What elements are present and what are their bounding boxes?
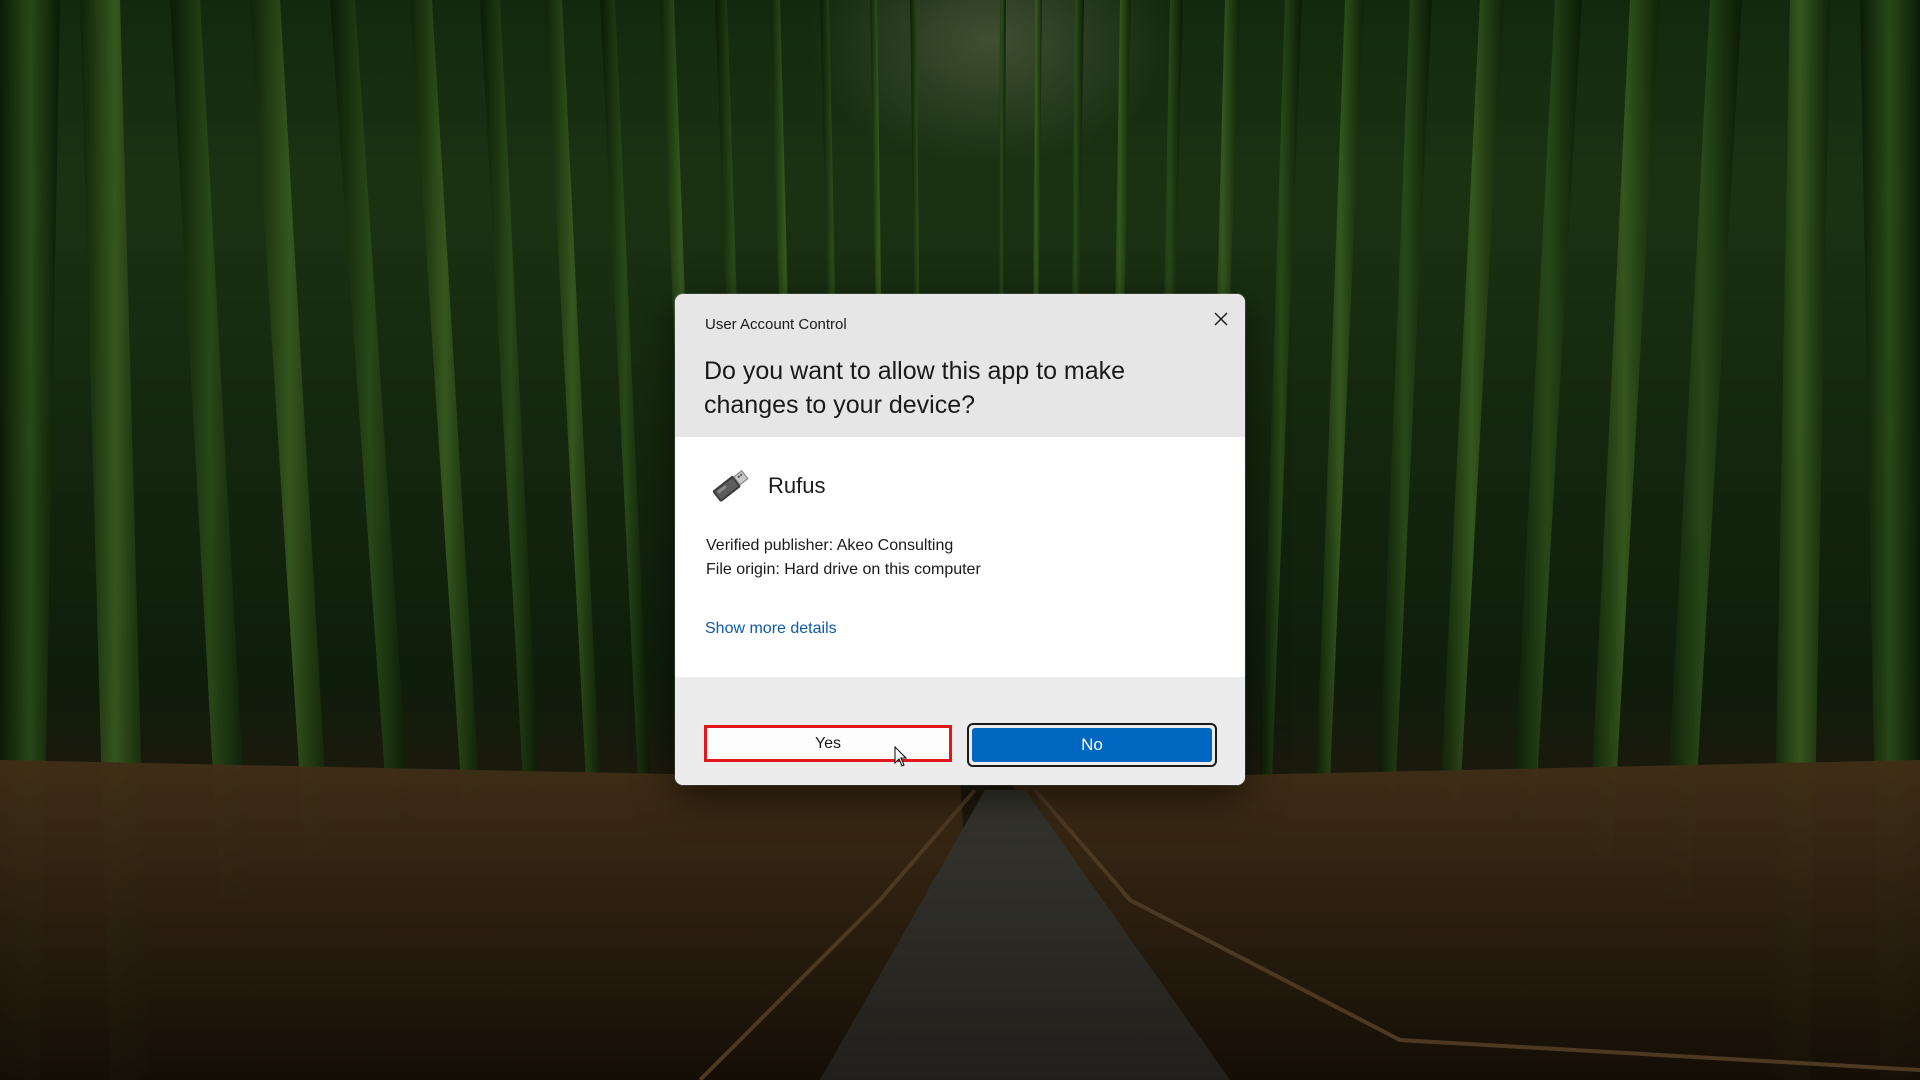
uac-dialog: User Account Control Do you want to allo… xyxy=(675,294,1245,785)
dialog-question: Do you want to allow this app to make ch… xyxy=(704,357,1126,419)
yes-button[interactable]: Yes xyxy=(704,725,952,762)
no-button-face: No xyxy=(972,728,1212,762)
uac-body: Rufus Verified publisher: Akeo Consultin… xyxy=(675,437,1245,677)
no-button-label: No xyxy=(1081,735,1103,754)
dialog-title: User Account Control xyxy=(705,316,847,333)
show-more-details-link[interactable]: Show more details xyxy=(705,620,837,638)
uac-header: User Account Control Do you want to allo… xyxy=(675,294,1245,437)
usb-drive-icon xyxy=(712,470,749,502)
yes-button-label: Yes xyxy=(814,734,842,752)
uac-footer: Yes No xyxy=(675,677,1245,785)
publisher-text: Verified publisher: Akeo Consulting xyxy=(706,537,954,554)
no-button[interactable]: No xyxy=(967,723,1217,767)
mouse-pointer-icon xyxy=(894,746,908,767)
close-button[interactable] xyxy=(1206,304,1236,334)
close-icon xyxy=(1214,312,1228,326)
app-name: Rufus xyxy=(768,473,826,498)
file-origin-text: File origin: Hard drive on this computer xyxy=(706,561,981,578)
